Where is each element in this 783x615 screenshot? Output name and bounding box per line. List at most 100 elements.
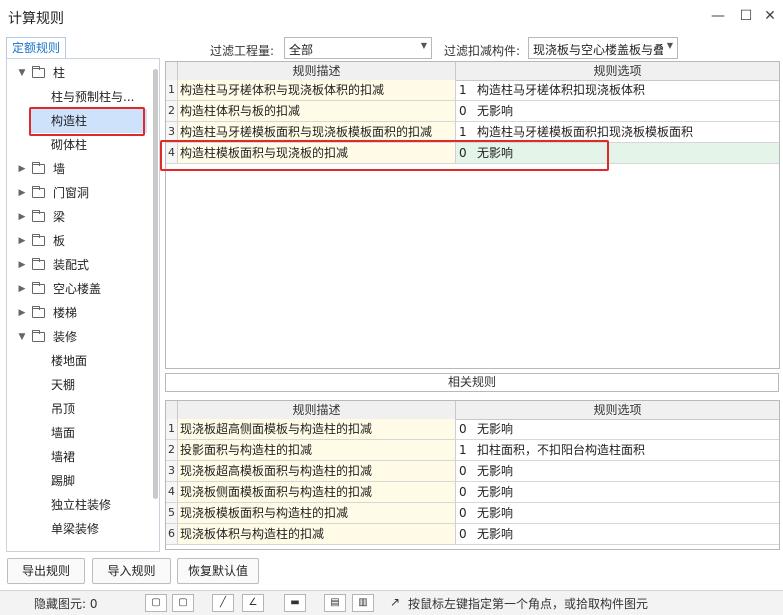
folder-icon [32,186,45,198]
table-row[interactable]: 6 现浇板体积与构造柱的扣减 0 无影响 [166,524,779,545]
chevron-right-icon[interactable]: ▶ [17,303,27,323]
tree-item[interactable]: 吊顶 [7,399,147,419]
table-row[interactable]: 2 构造柱体积与板的扣减 0 无影响 [166,101,779,122]
component-filter-select[interactable]: 现浇板与空心楼盖板与叠 ▼ [528,37,678,59]
toolbar-button[interactable]: ▢ [172,594,194,612]
folder-icon [32,258,45,270]
tree-item[interactable]: 墙裙 [7,447,147,467]
rule-description: 投影面积与构造柱的扣减 [178,440,456,460]
rule-description: 现浇板超高模板面积与构造柱的扣减 [178,461,456,481]
tree-item[interactable]: 楼地面 [7,351,147,371]
rule-option-value[interactable]: 构造柱马牙槎模板面积扣现浇板模板面积 [477,122,693,142]
row-number: 4 [166,143,178,163]
tree-item-label: 墙裙 [51,450,76,464]
rule-description: 构造柱体积与板的扣减 [178,101,456,121]
background-status-bar: 隐藏图元: 0 ▢ ▢ ╱ ∠ ▬ ▤ ▥ ↗ 按鼠标左键指定第一个角点，或拾取… [0,590,783,615]
tree-item[interactable]: 天棚 [7,375,147,395]
filter-bar: 过滤工程量: 全部 ▼ 过滤扣减构件: 现浇板与空心楼盖板与叠 ▼ [164,37,780,61]
toolbar-button[interactable]: ▢ [145,594,167,612]
tab-strip: 定额规则 [6,37,66,59]
tree-item[interactable]: ▶ 墙 [7,159,147,179]
rule-option-code: 0 [459,422,467,436]
toolbar-button[interactable]: ∠ [242,594,264,612]
quantity-filter-select[interactable]: 全部 ▼ [284,37,432,59]
restore-defaults-button[interactable]: 恢复默认值 [177,558,259,584]
table-row[interactable]: 2 投影面积与构造柱的扣减 1 扣柱面积，不扣阳台构造柱面积 [166,440,779,461]
tree-item[interactable]: ▼ 柱 [7,63,147,83]
rule-description: 构造柱模板面积与现浇板的扣减 [178,143,456,163]
row-number: 3 [166,122,178,142]
tree-item-label: 楼梯 [53,306,78,320]
chevron-down-icon: ▼ [420,41,427,50]
maximize-button[interactable]: ☐ [736,6,756,26]
desc-column-header: 规则描述 [178,62,456,80]
table-row[interactable]: 1 现浇板超高侧面模板与构造柱的扣减 0 无影响 [166,419,779,440]
tree-item[interactable]: 构造柱 [7,111,147,131]
related-rules-grid: 规则描述 规则选项 1 现浇板超高侧面模板与构造柱的扣减 0 无影响 2 投影面积与构造柱… [165,400,780,550]
chevron-down-icon[interactable]: ▼ [17,327,27,347]
chevron-right-icon[interactable]: ▶ [17,255,27,275]
tree-item-label: 砌体柱 [51,138,88,152]
tree-item[interactable]: ▶ 装配式 [7,255,147,275]
tree-item[interactable]: 砌体柱 [7,135,147,155]
import-rules-button[interactable]: 导入规则 [92,558,171,584]
toolbar-button[interactable]: ▤ [324,594,346,612]
rule-option-code: 1 [459,83,467,97]
table-row[interactable]: 3 现浇板超高模板面积与构造柱的扣减 0 无影响 [166,461,779,482]
rule-option-value[interactable]: 无影响 [477,419,513,439]
rule-option-value[interactable]: 扣柱面积，不扣阳台构造柱面积 [477,440,645,460]
tree-item[interactable]: 独立柱装修 [7,495,147,515]
tree-item[interactable]: 单梁装修 [7,519,147,539]
rule-option-value[interactable]: 无影响 [477,524,513,544]
table-row[interactable]: 4 构造柱模板面积与现浇板的扣减 0 无影响 [166,143,779,164]
export-rules-button[interactable]: 导出规则 [7,558,85,584]
tree-item[interactable]: 墙面 [7,423,147,443]
rule-description: 现浇板侧面模板面积与构造柱的扣减 [178,482,456,502]
minimize-button[interactable]: — [708,6,728,26]
rule-option-value[interactable]: 无影响 [477,101,513,121]
tab-quota-rules[interactable]: 定额规则 [6,37,66,58]
rules-grid-header: 规则描述 规则选项 [166,62,779,81]
tree-item-label: 踢脚 [51,474,76,488]
close-button[interactable]: ✕ [760,6,780,26]
tree-scrollbar[interactable] [153,69,158,499]
toolbar-button[interactable]: ╱ [212,594,234,612]
folder-icon [32,306,45,318]
table-row[interactable]: 5 现浇板模板面积与构造柱的扣减 0 无影响 [166,503,779,524]
rule-option-value[interactable]: 构造柱马牙槎体积扣现浇板体积 [477,80,645,100]
related-rules-title: 相关规则 [165,373,779,392]
toolbar-button[interactable]: ▬ [284,594,306,612]
tree-item[interactable]: ▶ 板 [7,231,147,251]
chevron-right-icon[interactable]: ▶ [17,231,27,251]
tree-item-label: 吊顶 [51,402,76,416]
tree-item[interactable]: ▶ 梁 [7,207,147,227]
chevron-down-icon[interactable]: ▼ [17,63,27,83]
tree-item[interactable]: ▶ 空心楼盖 [7,279,147,299]
rule-option-value[interactable]: 无影响 [477,143,513,163]
row-number-header [166,62,178,80]
hidden-elements-count: 隐藏图元: 0 [34,597,98,611]
chevron-right-icon[interactable]: ▶ [17,207,27,227]
rule-option-value[interactable]: 无影响 [477,461,513,481]
folder-icon [32,330,45,342]
chevron-right-icon[interactable]: ▶ [17,279,27,299]
table-row[interactable]: 1 构造柱马牙槎体积与现浇板体积的扣减 1 构造柱马牙槎体积扣现浇板体积 [166,80,779,101]
tree-item[interactable]: 踢脚 [7,471,147,491]
folder-icon [32,234,45,246]
tree-item[interactable]: 柱与预制柱与... [7,87,147,107]
rule-option-value[interactable]: 无影响 [477,503,513,523]
tree-item[interactable]: ▼ 装修 [7,327,147,347]
chevron-right-icon[interactable]: ▶ [17,183,27,203]
table-row[interactable]: 3 构造柱马牙槎模板面积与现浇板模板面积的扣减 1 构造柱马牙槎模板面积扣现浇板模板面… [166,122,779,143]
chevron-right-icon[interactable]: ▶ [17,159,27,179]
tree-item-label: 独立柱装修 [51,498,112,512]
table-row[interactable]: 4 现浇板侧面模板面积与构造柱的扣减 0 无影响 [166,482,779,503]
tree-item[interactable]: ▶ 门窗洞 [7,183,147,203]
row-number: 4 [166,482,178,502]
tree-item-label: 柱 [53,66,66,80]
row-number: 2 [166,440,178,460]
toolbar-button[interactable]: ▥ [352,594,374,612]
rule-option-value[interactable]: 无影响 [477,482,513,502]
row-number: 1 [166,419,178,439]
tree-item[interactable]: ▶ 楼梯 [7,303,147,323]
